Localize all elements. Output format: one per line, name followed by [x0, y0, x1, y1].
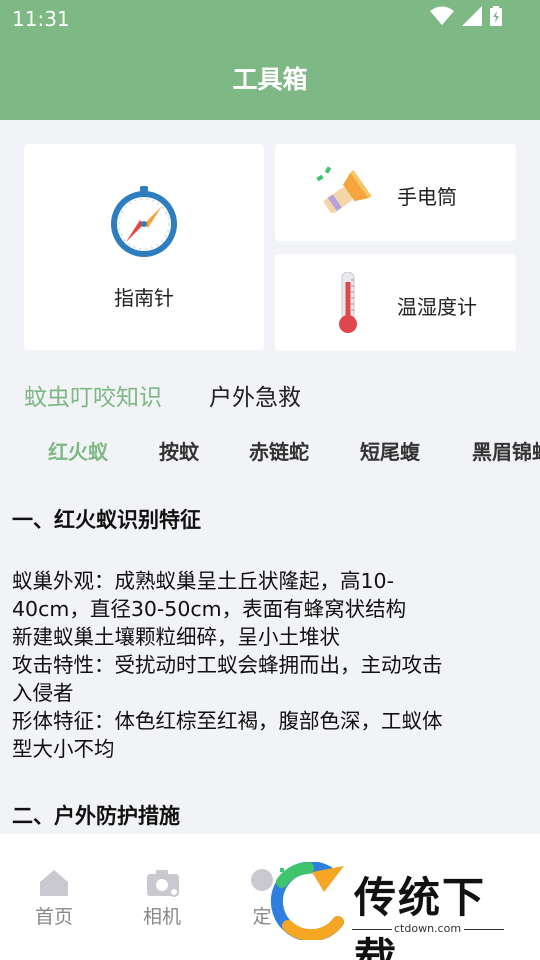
tab-outdoor-first-aid[interactable]: 户外急救 — [209, 378, 301, 412]
flashlight-icon — [316, 166, 372, 214]
watermark-text: 传统下载 — [354, 873, 487, 960]
status-time: 11:31 — [12, 7, 70, 31]
article-line: 形体特征：体色红棕至红褐，腹部色深，工蚁体 — [12, 709, 443, 733]
nav-label-home: 首页 — [34, 906, 73, 928]
flashlight-card[interactable]: 手电筒 — [275, 144, 516, 241]
camera-icon — [147, 870, 179, 897]
status-icons — [430, 6, 502, 26]
app-header: 11:31 工具箱 — [0, 0, 540, 120]
article-line: 新建蚁巢土壤颗粒细碎，呈小土堆状 — [12, 625, 340, 649]
subtab-short-tailed-viper[interactable]: 短尾蝮 — [360, 436, 420, 465]
tool-label-compass: 指南针 — [114, 286, 174, 310]
watermark-url: ctdown.com — [394, 922, 462, 935]
tab-mosquito-knowledge[interactable]: 蚊虫叮咬知识 — [24, 378, 162, 412]
watermark: 传统下载 ctdown.com — [266, 858, 526, 960]
article-line: 蚁巢外观：成熟蚁巢呈土丘状隆起，高10- — [12, 569, 394, 593]
watermark-divider — [352, 929, 392, 930]
subtab-fire-ant[interactable]: 红火蚁 — [48, 436, 108, 465]
article-line: 型大小不均 — [12, 737, 115, 761]
tool-label-thermometer: 温湿度计 — [397, 295, 477, 319]
subtab-anopheles[interactable]: 按蚊 — [159, 436, 199, 465]
thermometer-icon — [339, 272, 357, 333]
subtab-clip: 黑眉锦蛇 — [470, 430, 540, 470]
watermark-logo-icon — [270, 862, 344, 940]
nav-label-camera: 相机 — [142, 906, 181, 928]
signal-icon — [462, 6, 482, 26]
article-line: 入侵者 — [12, 681, 74, 705]
battery-icon — [490, 6, 502, 26]
section-title-1: 一、红火蚁识别特征 — [12, 508, 201, 532]
section-title-2: 二、户外防护措施 — [12, 804, 180, 828]
article-line: 40cm，直径30-50cm，表面有蜂窝状结构 — [12, 597, 407, 621]
compass-card[interactable]: 指南针 — [24, 144, 264, 350]
subtab-black-browed-snake[interactable]: 黑眉锦蛇 — [472, 436, 540, 465]
article-line: 攻击特性：受扰动时工蚁会蜂拥而出，主动攻击 — [12, 653, 443, 677]
page-title: 工具箱 — [232, 65, 308, 94]
article-content: 一、红火蚁识别特征 蚁巢外观：成熟蚁巢呈土丘状隆起，高10- 40cm，直径30… — [0, 480, 540, 834]
watermark-divider — [464, 929, 504, 930]
wifi-icon — [430, 6, 454, 25]
subtab-red-banded-snake[interactable]: 赤链蛇 — [249, 436, 309, 465]
tool-label-flashlight: 手电筒 — [397, 185, 457, 209]
home-icon — [40, 870, 68, 896]
compass-icon — [111, 186, 177, 257]
thermometer-card[interactable]: 温湿度计 — [275, 254, 516, 351]
